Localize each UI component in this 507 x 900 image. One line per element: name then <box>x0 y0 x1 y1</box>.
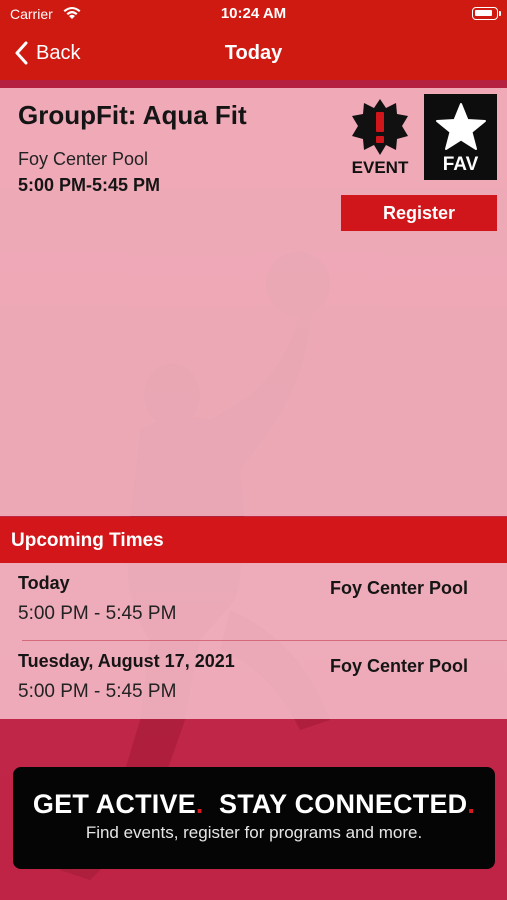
promo-subtitle: Find events, register for programs and m… <box>85 823 423 842</box>
class-location: Foy Center Pool <box>18 149 149 169</box>
favorite-button[interactable]: FAV <box>424 94 497 180</box>
upcoming-times-list: Today 5:00 PM - 5:45 PM Foy Center Pool … <box>0 563 507 719</box>
list-item[interactable]: Today 5:00 PM - 5:45 PM Foy Center Pool <box>0 563 507 641</box>
battery-icon <box>472 7 498 20</box>
class-detail-card: GroupFit: Aqua Fit Foy Center Pool 5:00 … <box>0 88 507 516</box>
fav-label: FAV <box>442 154 479 175</box>
promo-headline-part2: STAY CONNECTED <box>219 789 468 819</box>
navigation-bar: Back Today <box>0 28 507 80</box>
promo-dot: . <box>467 789 476 819</box>
class-title: GroupFit: Aqua Fit <box>18 100 247 130</box>
promo-dot: . <box>195 789 204 819</box>
promo-headline-part1: GET ACTIVE <box>32 789 196 819</box>
promo-banner[interactable]: GET ACTIVE. STAY CONNECTED. Find events,… <box>13 767 495 869</box>
session-location: Foy Center Pool <box>330 656 469 676</box>
promo-headline: GET ACTIVE. STAY CONNECTED. <box>13 789 495 820</box>
app-screen: Carrier 10:24 AM Back Today GroupFit: Aq… <box>0 0 507 900</box>
session-date: Today <box>18 573 70 593</box>
session-location: Foy Center Pool <box>330 578 469 598</box>
session-date: Tuesday, August 17, 2021 <box>18 651 235 671</box>
page-title: Today <box>224 42 283 64</box>
battery-nub <box>499 11 501 16</box>
header-divider <box>0 80 507 88</box>
upcoming-times-header: Upcoming Times <box>0 517 507 563</box>
event-label: EVENT <box>351 158 409 177</box>
session-time: 5:00 PM - 5:45 PM <box>18 681 177 702</box>
status-bar: Carrier 10:24 AM <box>0 0 507 28</box>
event-badge[interactable]: EVENT <box>344 98 416 178</box>
list-item[interactable]: Tuesday, August 17, 2021 5:00 PM - 5:45 … <box>0 641 507 719</box>
class-time: 5:00 PM-5:45 PM <box>18 175 161 195</box>
event-alert-icon <box>352 99 408 155</box>
star-icon <box>435 103 486 150</box>
register-button[interactable]: Register <box>341 195 497 231</box>
session-time: 5:00 PM - 5:45 PM <box>18 603 177 624</box>
clock-time: 10:24 AM <box>220 5 287 22</box>
